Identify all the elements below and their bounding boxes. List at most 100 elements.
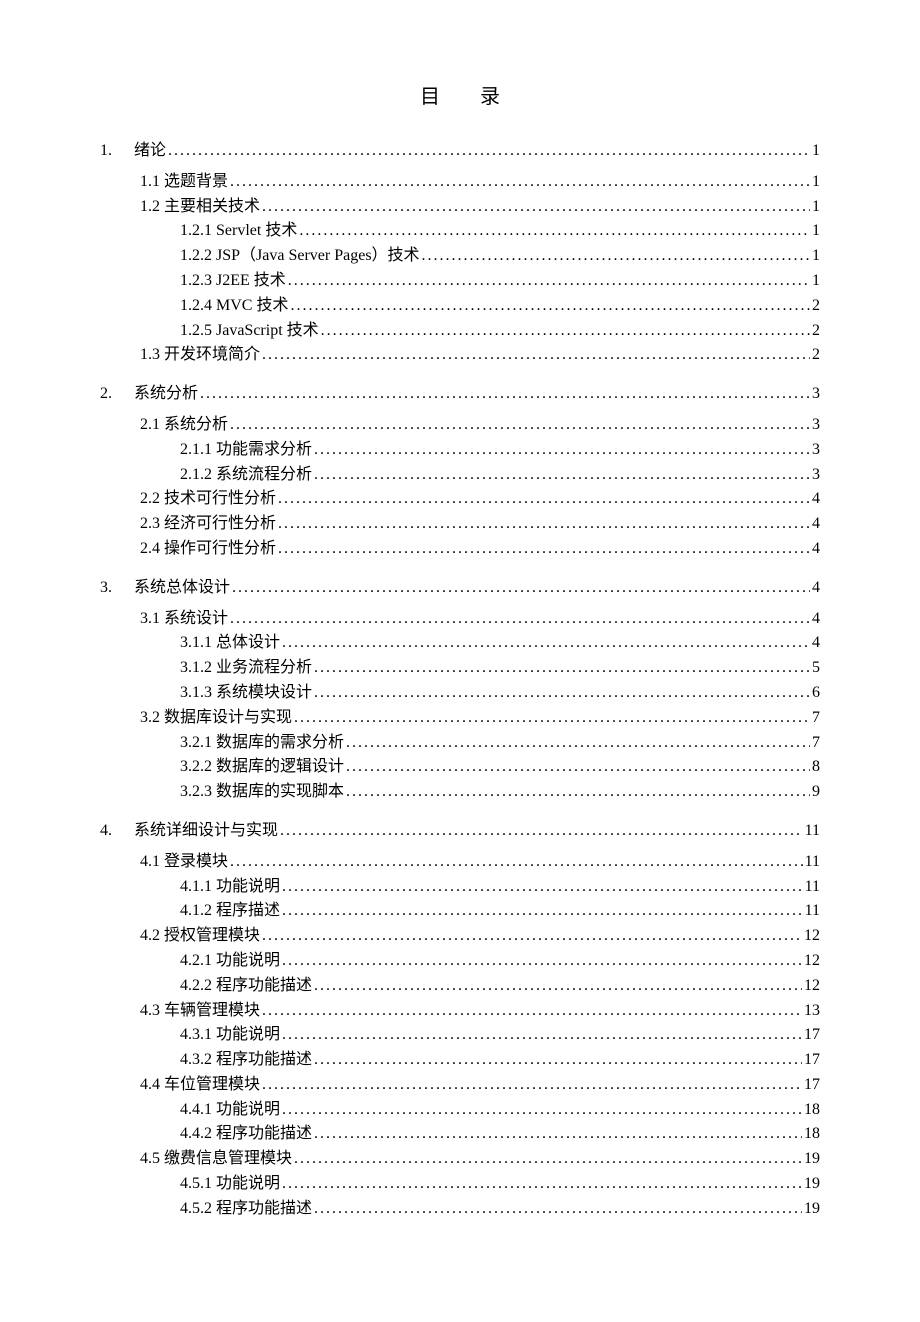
toc-entry-label: 1.绪论 bbox=[100, 139, 166, 164]
toc-leader-dots bbox=[314, 681, 810, 706]
toc-leader-dots bbox=[321, 319, 810, 344]
toc-entry-page: 7 bbox=[812, 706, 820, 731]
toc-entry-page: 4 bbox=[812, 631, 820, 656]
toc-entry-label: 1.2.4 MVC 技术 bbox=[180, 294, 288, 319]
toc-entry-title: 数据库设计与实现 bbox=[164, 709, 292, 726]
toc-entry-page: 1 bbox=[812, 244, 820, 269]
toc-entry-title: 功能说明 bbox=[216, 1026, 280, 1043]
toc-entry-number: 1.2.2 bbox=[180, 247, 212, 264]
toc-entry-label: 3.2.2 数据库的逻辑设计 bbox=[180, 755, 344, 780]
toc-entry: 1.2.3 J2EE 技术 1 bbox=[100, 269, 820, 294]
toc-entry-number: 3.2 bbox=[140, 709, 160, 726]
toc-entry-page: 3 bbox=[812, 438, 820, 463]
toc-entry-page: 1 bbox=[812, 269, 820, 294]
toc-entry-label: 4.4 车位管理模块 bbox=[140, 1073, 260, 1098]
toc-entry-title: 功能说明 bbox=[216, 1175, 280, 1192]
toc-entry: 1.2.1 Servlet 技术1 bbox=[100, 219, 820, 244]
toc-entry: 4.4.2 程序功能描述18 bbox=[100, 1122, 820, 1147]
toc-entry-page: 1 bbox=[812, 170, 820, 195]
toc-leader-dots bbox=[290, 294, 810, 319]
toc-entry: 3.1.3 系统模块设计6 bbox=[100, 681, 820, 706]
toc-entry-title: 车位管理模块 bbox=[164, 1076, 260, 1093]
toc-entry-page: 6 bbox=[812, 681, 820, 706]
toc-entry: 3.1 系统设计4 bbox=[100, 607, 820, 632]
toc-entry-title: 程序功能描述 bbox=[216, 1051, 312, 1068]
toc-entry-number: 2.4 bbox=[140, 540, 160, 557]
toc-entry-label: 1.2.3 J2EE 技术 bbox=[180, 269, 286, 294]
toc-entry-page: 19 bbox=[804, 1147, 820, 1172]
toc-entry: 2.系统分析 3 bbox=[100, 382, 820, 407]
toc-leader-dots bbox=[314, 438, 810, 463]
toc-entry-page: 18 bbox=[804, 1098, 820, 1123]
toc-leader-dots bbox=[314, 656, 810, 681]
toc-entry-number: 2.3 bbox=[140, 515, 160, 532]
toc-entry-page: 17 bbox=[804, 1048, 820, 1073]
toc-entry-number: 1.2.1 bbox=[180, 222, 212, 239]
toc-entry-title: 业务流程分析 bbox=[216, 659, 312, 676]
toc-entry-label: 1.2.2 JSP（Java Server Pages）技术 bbox=[180, 244, 420, 269]
toc-entry-label: 2.1.2 系统流程分析 bbox=[180, 463, 312, 488]
toc-leader-dots bbox=[314, 1122, 802, 1147]
toc-entry: 4.4.1 功能说明18 bbox=[100, 1098, 820, 1123]
toc-leader-dots bbox=[278, 487, 810, 512]
toc-entry: 4.1.2 程序描述11 bbox=[100, 899, 820, 924]
toc-entry-page: 11 bbox=[805, 875, 820, 900]
toc-entry-number: 4.2 bbox=[140, 927, 160, 944]
toc-entry-title: MVC 技术 bbox=[216, 297, 288, 314]
toc-entry-page: 13 bbox=[804, 999, 820, 1024]
toc-leader-dots bbox=[282, 1172, 802, 1197]
toc-entry: 3.2 数据库设计与实现 7 bbox=[100, 706, 820, 731]
toc-entry-page: 12 bbox=[804, 949, 820, 974]
toc-entry-label: 3.2.1 数据库的需求分析 bbox=[180, 731, 344, 756]
toc-leader-dots bbox=[314, 463, 810, 488]
toc-entry-label: 4.5 缴费信息管理模块 bbox=[140, 1147, 292, 1172]
toc-entry: 1.2.4 MVC 技术2 bbox=[100, 294, 820, 319]
toc-entry-number: 4.5.2 bbox=[180, 1200, 212, 1217]
toc-entry-number: 1.2 bbox=[140, 198, 160, 215]
toc-entry-label: 3.2.3 数据库的实现脚本 bbox=[180, 780, 344, 805]
toc-leader-dots bbox=[262, 924, 802, 949]
toc-entry-page: 8 bbox=[812, 755, 820, 780]
toc-entry-title: 技术可行性分析 bbox=[164, 490, 276, 507]
toc-leader-dots bbox=[278, 512, 810, 537]
toc-entry-label: 1.2 主要相关技术 bbox=[140, 195, 260, 220]
toc-entry: 1.2 主要相关技术1 bbox=[100, 195, 820, 220]
toc-entry: 2.4 操作可行性分析4 bbox=[100, 537, 820, 562]
toc-entry-page: 11 bbox=[805, 899, 820, 924]
toc-entry: 4.3.1 功能说明17 bbox=[100, 1023, 820, 1048]
toc-leader-dots bbox=[282, 899, 803, 924]
toc-entry-title: 经济可行性分析 bbox=[164, 515, 276, 532]
toc-entry-number: 2.2 bbox=[140, 490, 160, 507]
toc-entry-title: 操作可行性分析 bbox=[164, 540, 276, 557]
toc-entry-number: 4.2.1 bbox=[180, 952, 212, 969]
toc-entry-page: 3 bbox=[812, 463, 820, 488]
toc-entry-label: 2.4 操作可行性分析 bbox=[140, 537, 276, 562]
toc-entry-page: 12 bbox=[804, 924, 820, 949]
toc-entry-title: 数据库的实现脚本 bbox=[216, 783, 344, 800]
toc-entry: 4.1 登录模块11 bbox=[100, 850, 820, 875]
toc-entry-title: 系统设计 bbox=[164, 610, 228, 627]
toc-leader-dots bbox=[314, 974, 802, 999]
toc-leader-dots bbox=[422, 244, 810, 269]
toc-entry: 4.5.2 程序功能描述19 bbox=[100, 1197, 820, 1222]
toc-entry-title: 系统总体设计 bbox=[134, 579, 230, 596]
toc-entry-title: 功能说明 bbox=[216, 952, 280, 969]
toc-entry-page: 11 bbox=[805, 850, 820, 875]
toc-entry-label: 4.3.1 功能说明 bbox=[180, 1023, 280, 1048]
toc-entry-title: 缴费信息管理模块 bbox=[164, 1150, 292, 1167]
toc-entry-label: 2.系统分析 bbox=[100, 382, 198, 407]
toc-entry-title: 功能说明 bbox=[216, 1101, 280, 1118]
toc-entry-label: 3.1 系统设计 bbox=[140, 607, 228, 632]
toc-entry-label: 4.系统详细设计与实现 bbox=[100, 819, 278, 844]
toc-entry: 4.系统详细设计与实现11 bbox=[100, 819, 820, 844]
toc-entry-label: 3.2 数据库设计与实现 bbox=[140, 706, 292, 731]
toc-leader-dots bbox=[299, 219, 810, 244]
toc-entry-page: 3 bbox=[812, 382, 820, 407]
toc-entry-page: 7 bbox=[812, 731, 820, 756]
toc-entry-number: 3.1.3 bbox=[180, 684, 212, 701]
toc-entry-number: 2.1 bbox=[140, 416, 160, 433]
toc-leader-dots bbox=[294, 706, 810, 731]
toc-leader-dots bbox=[262, 343, 810, 368]
toc-entry: 2.3 经济可行性分析4 bbox=[100, 512, 820, 537]
toc-leader-dots bbox=[262, 195, 810, 220]
